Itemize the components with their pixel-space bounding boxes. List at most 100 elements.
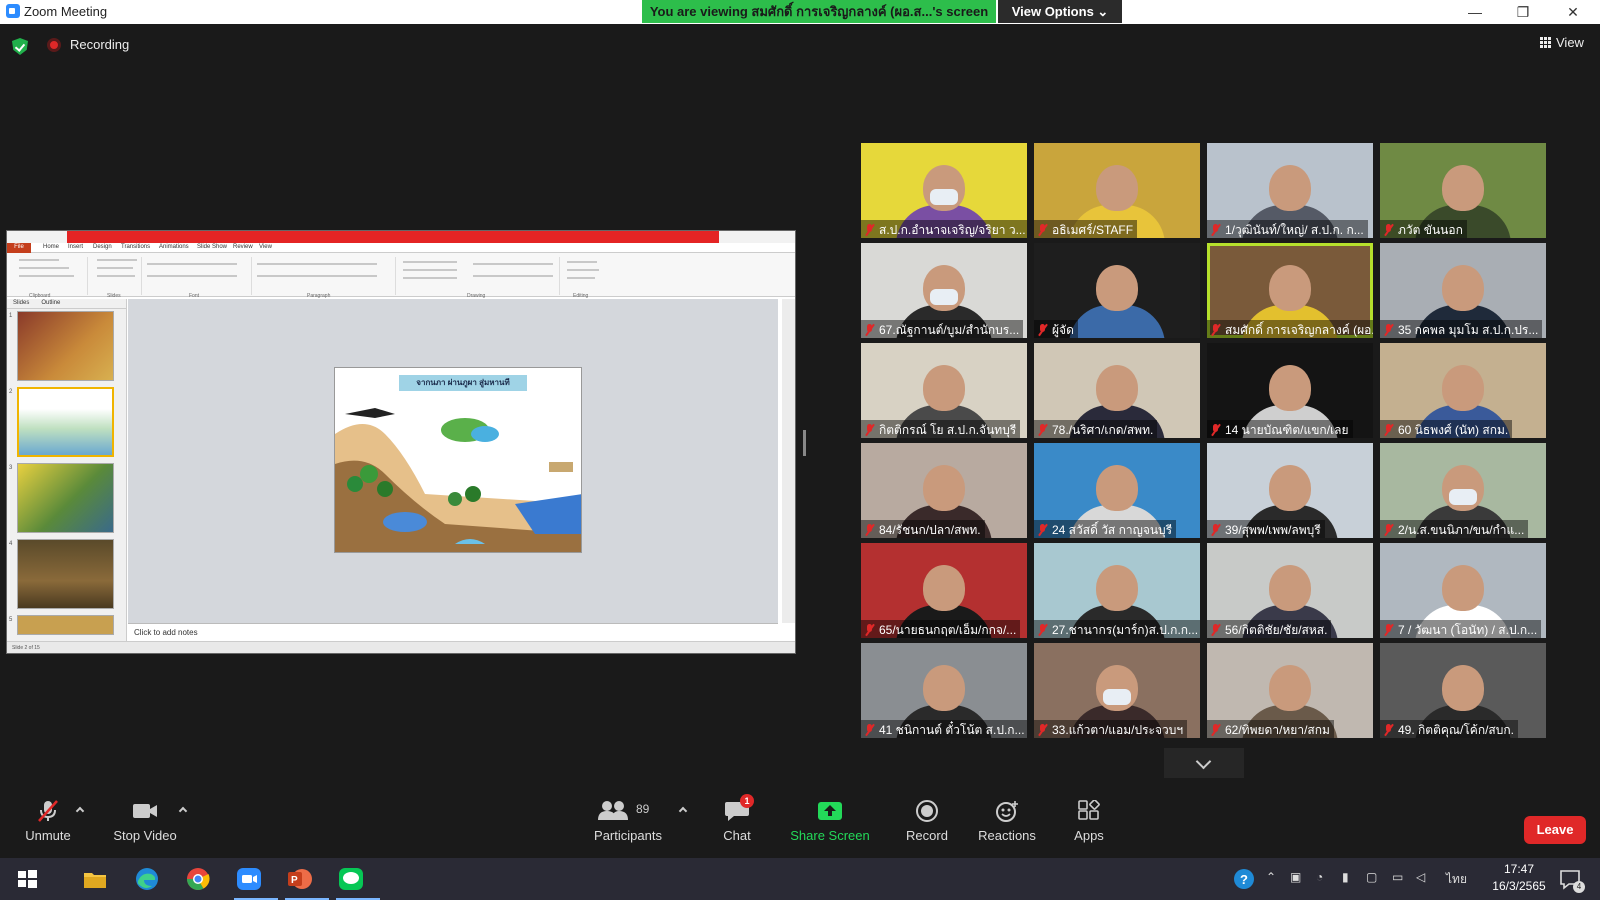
- encryption-shield-icon[interactable]: [12, 38, 28, 55]
- participant-name-label: 60 นิธพงศ์ (นัท) สกม.: [1380, 420, 1513, 438]
- volume-icon[interactable]: ◁: [1416, 870, 1425, 884]
- tray-device-icon[interactable]: ▣: [1290, 870, 1301, 884]
- stop-video-button[interactable]: Stop Video: [112, 800, 178, 843]
- participant-name-label: 62/ทิพยดา/หยา/สกม: [1207, 720, 1334, 738]
- participants-button[interactable]: 89 Participants: [592, 800, 664, 843]
- view-options-button[interactable]: View Options ⌄: [998, 0, 1122, 23]
- participant-name: ภวัต ขันนอก: [1398, 223, 1463, 237]
- ribbon-tab-review: Review: [233, 244, 253, 250]
- participant-video-tile[interactable]: 35 กคพล มุมโม ส.ป.ก.ปร...: [1380, 243, 1546, 338]
- battery-icon[interactable]: ▭: [1392, 870, 1403, 884]
- windows-start-icon[interactable]: [12, 864, 42, 894]
- face-mask: [1103, 689, 1131, 705]
- participant-name-label: 7 / วัฒนา (โอนัท) / ส.ป.ก...: [1380, 620, 1542, 638]
- panel-splitter[interactable]: [803, 430, 806, 456]
- notes-pane: Click to add notes: [128, 623, 778, 641]
- chat-button[interactable]: 1 Chat: [712, 794, 762, 843]
- participant-name-label: ภวัต ขันนอก: [1380, 220, 1467, 238]
- participant-video-tile[interactable]: 33.แก้วตา/แอม/ประจวบฯ: [1034, 643, 1200, 738]
- muted-mic-icon: [865, 524, 874, 536]
- participant-video-tile[interactable]: 62/ทิพยดา/หยา/สกม: [1207, 643, 1373, 738]
- participant-name-label: 24 สวัสดิ์ วัส กาญจนบุรี: [1034, 520, 1177, 538]
- participant-video-tile[interactable]: 84/รัชนก/ปลา/สพท.: [861, 443, 1027, 538]
- participant-head: [923, 665, 965, 711]
- input-language[interactable]: ไทย: [1446, 870, 1467, 889]
- participant-video-tile[interactable]: 65/นายธนกฤต/เอ็ม/กกจ/...: [861, 543, 1027, 638]
- participant-name: อธิเมศร์/STAFF: [1052, 223, 1134, 237]
- participant-video-tile[interactable]: 7 / วัฒนา (โอนัท) / ส.ป.ก...: [1380, 543, 1546, 638]
- video-options-caret[interactable]: [178, 806, 188, 816]
- ribbon-tab-slideshow: Slide Show: [197, 244, 228, 250]
- participant-video-tile[interactable]: 14 นายบัณฑิต/แขก/เลย: [1207, 343, 1373, 438]
- participant-video-tile[interactable]: 78./นริศา/เกด/สพท.: [1034, 343, 1200, 438]
- participant-video-tile[interactable]: อธิเมศร์/STAFF: [1034, 143, 1200, 238]
- participant-name-label: 33.แก้วตา/แอม/ประจวบฯ: [1034, 720, 1188, 738]
- ribbon-tab-file: File: [7, 243, 31, 253]
- participant-name: 41 ชนิกานต์ ตั๋วโน้ต ส.ป.ก...: [879, 723, 1025, 737]
- participant-name: 49. กิตติคุณ/โค้ก/สบก.: [1398, 723, 1514, 737]
- participant-video-tile[interactable]: ผู้จัด: [1034, 243, 1200, 338]
- help-icon[interactable]: ?: [1232, 864, 1256, 894]
- audio-options-caret[interactable]: [75, 806, 85, 816]
- face-mask: [930, 289, 958, 305]
- window-titlebar: Zoom Meeting You are viewing สมศักดิ์ กา…: [0, 0, 1600, 24]
- muted-mic-icon: [1384, 724, 1393, 736]
- participant-video-tile[interactable]: 27.ชานากร(มาร์ก)ส.ป.ก.ก...: [1034, 543, 1200, 638]
- restore-button[interactable]: ❐: [1500, 0, 1546, 24]
- participant-video-tile[interactable]: 39/สุพพ/เพพ/ลพบุรี: [1207, 443, 1373, 538]
- participant-head: [1096, 265, 1138, 311]
- water-cycle-diagram: [335, 408, 581, 552]
- minimize-button[interactable]: —: [1452, 0, 1498, 24]
- unmute-button[interactable]: Unmute: [22, 800, 74, 843]
- participant-video-tile[interactable]: ส.ป.ก.อำนาจเจริญ/จริยา ว...: [861, 143, 1027, 238]
- participant-name-label: อธิเมศร์/STAFF: [1034, 220, 1138, 238]
- powerpoint-taskbar-icon[interactable]: P: [285, 864, 329, 900]
- participant-head: [1442, 265, 1484, 311]
- wifi-icon[interactable]: ◔: [1316, 870, 1323, 884]
- chrome-browser-icon[interactable]: [183, 864, 213, 894]
- participant-video-tile[interactable]: 2/น.ส.ขนนิภา/ขน/กำแ...: [1380, 443, 1546, 538]
- close-button[interactable]: ✕: [1550, 0, 1596, 24]
- participant-video-tile[interactable]: 67.ณัฐกานต์/บูม/สำนักบร...: [861, 243, 1027, 338]
- smiley-icon: [994, 800, 1020, 822]
- zoom-taskbar-icon[interactable]: [234, 864, 278, 900]
- microphone-tray-icon[interactable]: ▮: [1342, 870, 1349, 884]
- notification-center-icon[interactable]: 4: [1556, 864, 1586, 894]
- chat-label: Chat: [723, 828, 751, 843]
- participant-video-tile[interactable]: 60 นิธพงศ์ (นัท) สกม.: [1380, 343, 1546, 438]
- system-clock[interactable]: 17:47 16/3/2565: [1474, 861, 1564, 895]
- participant-head: [1269, 165, 1311, 211]
- participant-video-tile[interactable]: ภวัต ขันนอก: [1380, 143, 1546, 238]
- participant-video-tile[interactable]: 1/วุฒินันท์/ใหญ่/ ส.ป.ก. ก...: [1207, 143, 1373, 238]
- participant-video-tile[interactable]: สมศักดิ์ การเจริญกลางค์ (ผอ...: [1207, 243, 1373, 338]
- apps-button[interactable]: Apps: [1064, 799, 1114, 843]
- participant-video-tile[interactable]: 24 สวัสดิ์ วัส กาญจนบุรี: [1034, 443, 1200, 538]
- share-screen-button[interactable]: Share Screen: [790, 800, 870, 843]
- slide-scrollbar[interactable]: [782, 299, 795, 623]
- participant-name-label: ส.ป.ก.อำนาจเจริญ/จริยา ว...: [861, 220, 1027, 238]
- ribbon: Clipboard Slides Font Paragraph Drawing …: [7, 253, 795, 299]
- line-app-icon[interactable]: [336, 864, 380, 900]
- participant-name: กิตติกรณ์ โย ส.ป.ก.จันทบุรี: [879, 423, 1017, 437]
- view-button[interactable]: View: [1540, 35, 1584, 50]
- chat-unread-badge: 1: [740, 794, 754, 808]
- participant-video-tile[interactable]: 49. กิตติคุณ/โค้ก/สบก.: [1380, 643, 1546, 738]
- participant-head: [1269, 465, 1311, 511]
- muted-mic-icon: [1038, 224, 1047, 236]
- participant-video-tile[interactable]: 56/กิตติชัย/ชัย/สหส.: [1207, 543, 1373, 638]
- participant-name-label: 67.ณัฐกานต์/บูม/สำนักบร...: [861, 320, 1024, 338]
- gallery-next-page-button[interactable]: [1164, 748, 1244, 778]
- participant-video-tile[interactable]: กิตติกรณ์ โย ส.ป.ก.จันทบุรี: [861, 343, 1027, 438]
- participant-video-tile[interactable]: 41 ชนิกานต์ ตั๋วโน้ต ส.ป.ก...: [861, 643, 1027, 738]
- tray-chevron-up-icon[interactable]: ⌃: [1266, 870, 1276, 884]
- display-tray-icon[interactable]: ▢: [1366, 870, 1377, 884]
- meeting-toolbar: Unmute Stop Video 89 Participants 1 Chat…: [0, 794, 1600, 858]
- reactions-button[interactable]: Reactions: [976, 800, 1038, 843]
- leave-button[interactable]: Leave: [1524, 816, 1586, 844]
- participants-options-caret[interactable]: [678, 806, 688, 816]
- record-button[interactable]: Record: [902, 800, 952, 843]
- file-explorer-icon[interactable]: [80, 864, 110, 894]
- edge-browser-icon[interactable]: [132, 864, 162, 894]
- participant-name: 27.ชานากร(มาร์ก)ส.ป.ก.ก...: [1052, 623, 1199, 637]
- participant-name-label: 65/นายธนกฤต/เอ็ม/กกจ/...: [861, 620, 1021, 638]
